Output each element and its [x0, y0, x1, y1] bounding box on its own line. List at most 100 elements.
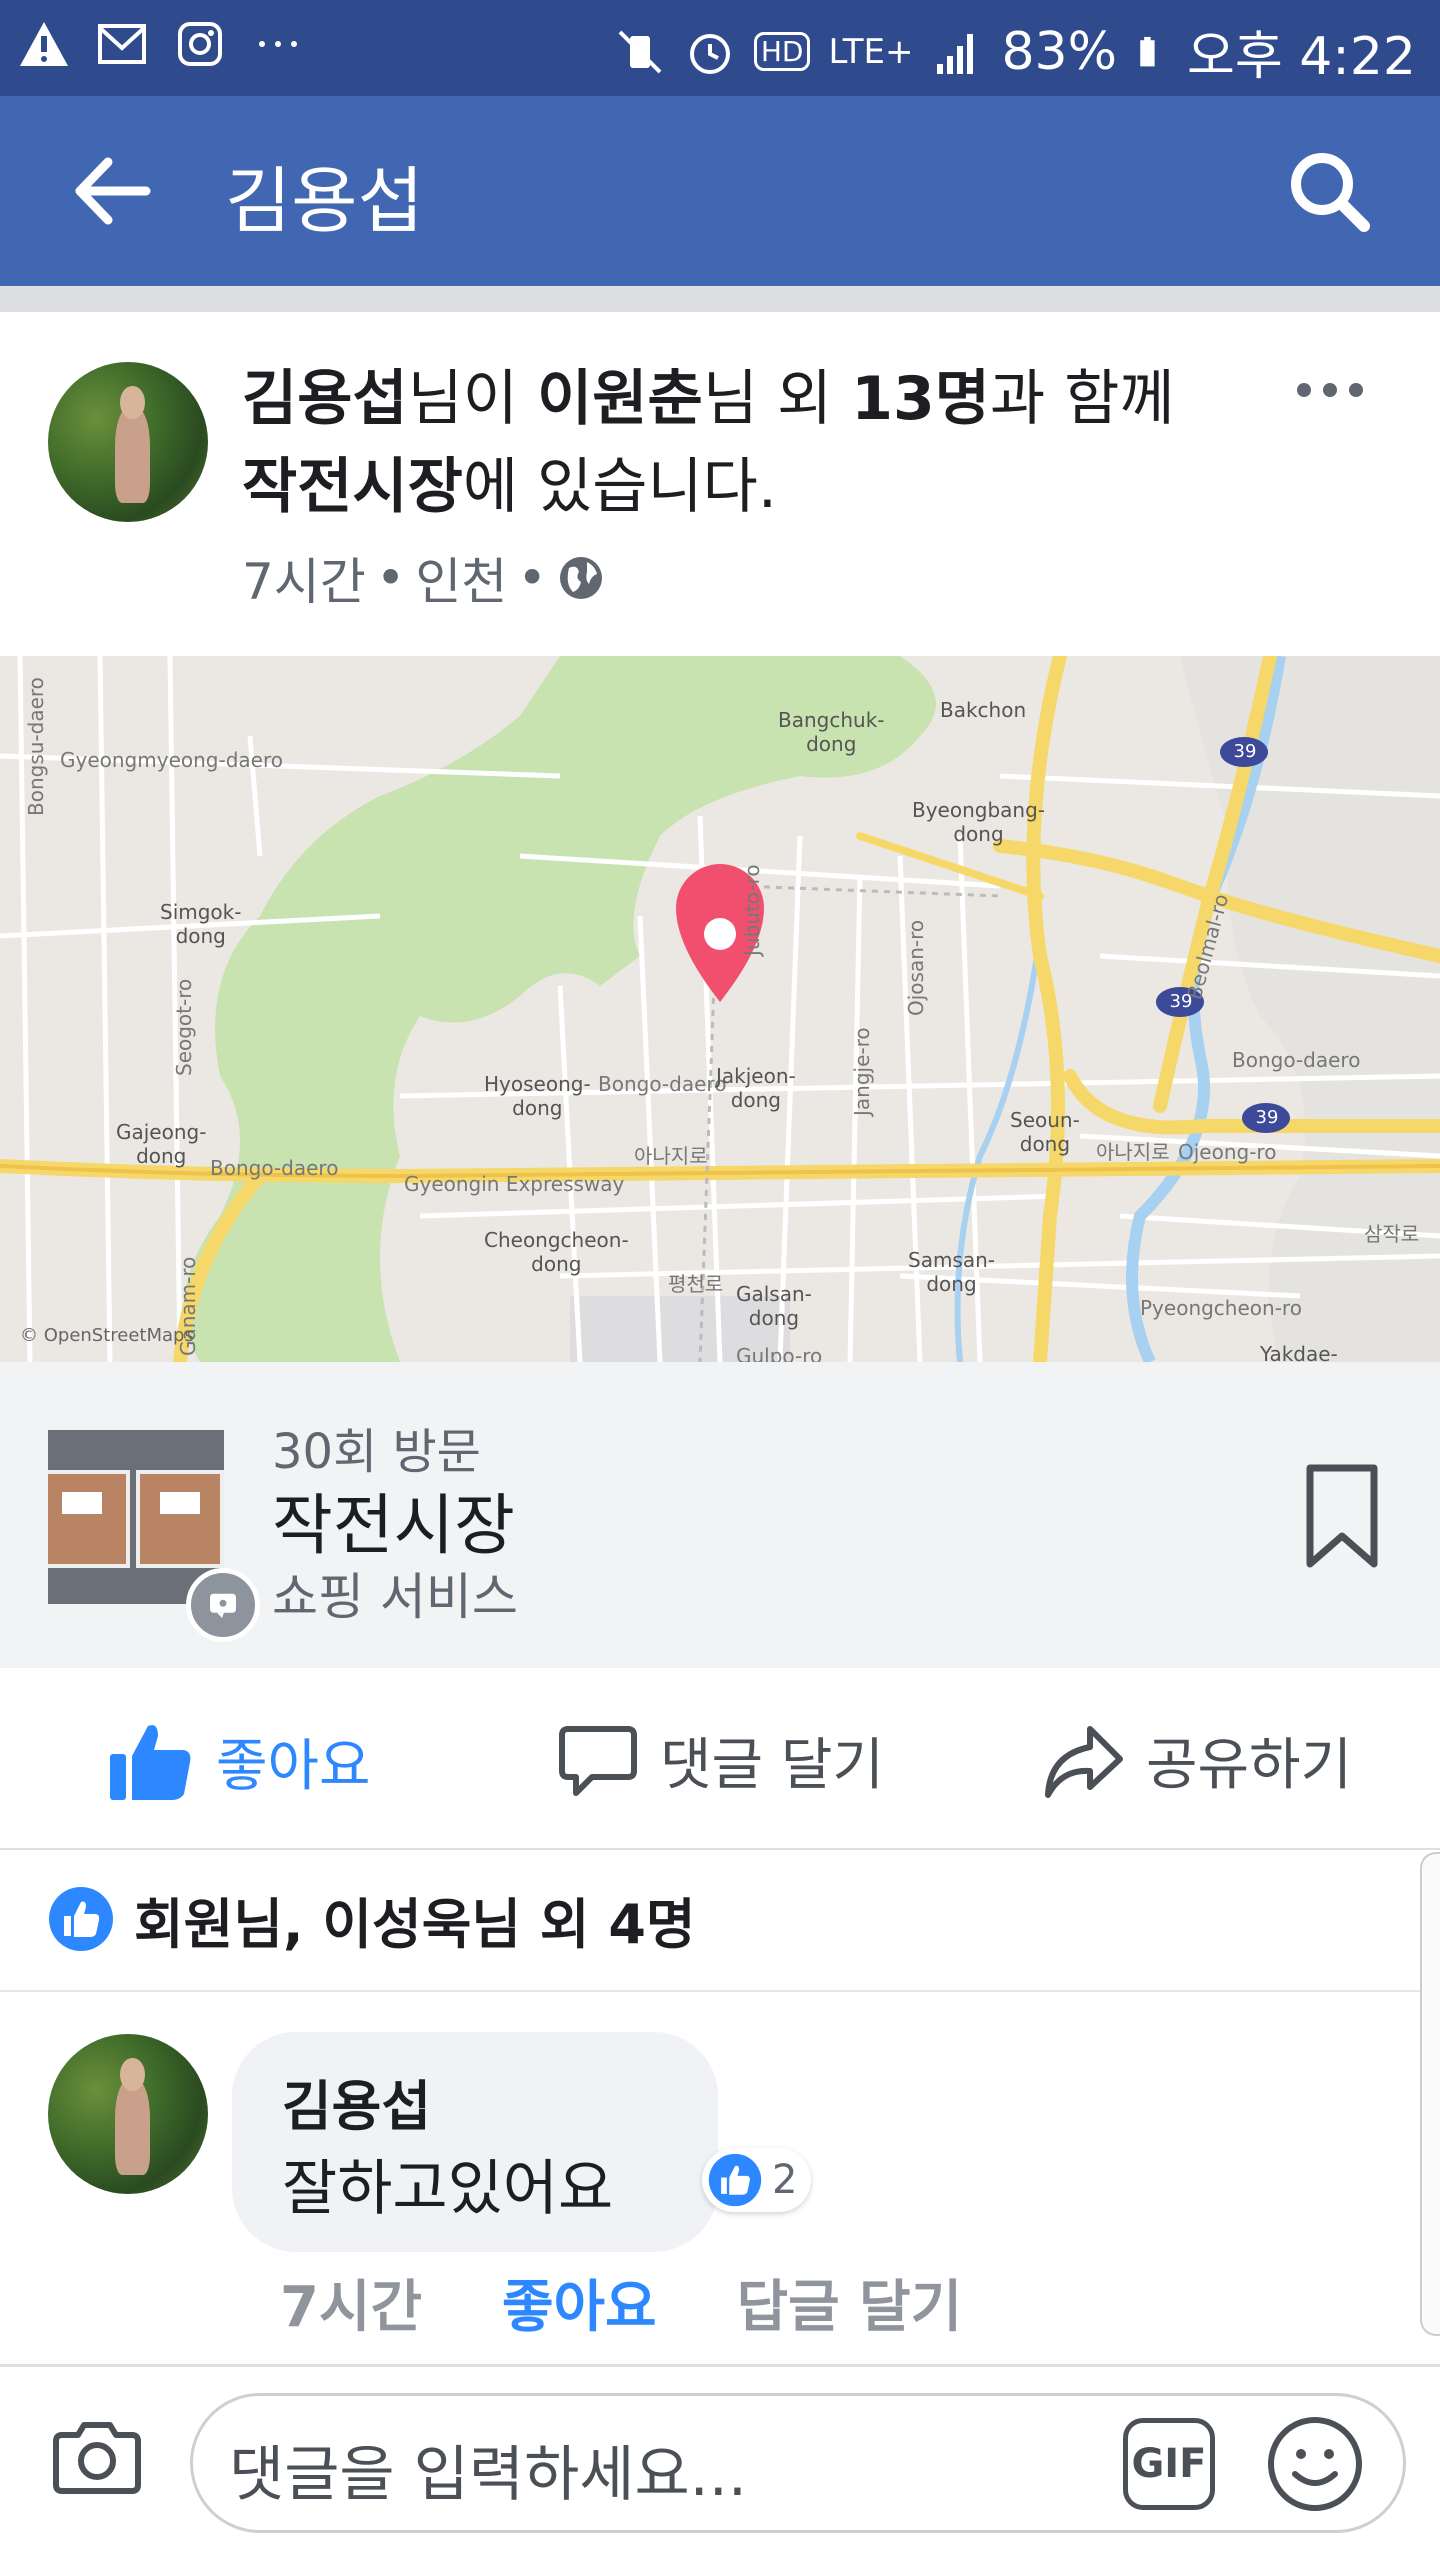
search-icon[interactable]	[1284, 146, 1374, 236]
meta-separator: •	[375, 549, 406, 607]
map-label: Cheongcheon- dong	[484, 1228, 629, 1276]
tagged-others-count[interactable]: 13명	[851, 364, 990, 434]
map-label: Bangchuk- dong	[778, 708, 885, 756]
post-meta: 7시간 • 인천 •	[242, 542, 605, 614]
bookmark-icon[interactable]	[1304, 1462, 1380, 1572]
post-time[interactable]: 7시간	[242, 542, 366, 614]
status-bar: HD LTE+ 83% 오후 4:22	[0, 0, 1440, 96]
map-label: Gajeong- dong	[116, 1120, 207, 1168]
post-headline: 김용섭님이 이원춘님 외 13명과 함께 작전시장에 있습니다.	[242, 355, 1182, 531]
like-reaction-icon	[49, 1887, 113, 1951]
route-shield: 39	[1255, 1107, 1279, 1128]
comment-meta: 7시간 좋아요 답글 달기	[280, 2262, 962, 2343]
map-label: Seoun- dong	[1010, 1108, 1080, 1156]
instagram-icon	[178, 22, 222, 66]
location-map[interactable]: Bangchuk- dong Bakchon Byeongbang- dong …	[0, 656, 1440, 1362]
alarm-icon	[689, 33, 730, 74]
comment-input[interactable]: 댓글을 입력하세요... GIF	[190, 2393, 1406, 2533]
headline-text: 님이	[407, 364, 538, 434]
like-button[interactable]: 좋아요	[108, 1720, 371, 1802]
reactions-text: 회원님, 이성욱님 외 4명	[134, 1892, 696, 1956]
thumbs-up-icon	[110, 1725, 191, 1800]
more-options-icon[interactable]	[1290, 370, 1370, 410]
comment-input-placeholder: 댓글을 입력하세요...	[229, 2440, 747, 2510]
share-button[interactable]: 공유하기	[1042, 1720, 1352, 1801]
more-notifications-icon	[259, 41, 297, 47]
map-label: 아나지로	[1096, 1140, 1170, 1164]
map-label: Bongo-daero	[1232, 1048, 1361, 1072]
app-bar: 김용섭	[0, 96, 1440, 286]
author-avatar[interactable]	[48, 362, 208, 522]
map-label: Jakjeon- dong	[716, 1064, 796, 1112]
map-label: 아나지로	[634, 1144, 708, 1168]
map-attribution[interactable]: © OpenStreetMaps	[20, 1324, 194, 1348]
signal-icon	[937, 33, 974, 74]
like-reaction-icon	[708, 2153, 762, 2207]
share-label: 공유하기	[1146, 1733, 1353, 1798]
reactions-summary[interactable]: 회원님, 이성욱님 외 4명	[0, 1848, 1430, 1992]
place-link[interactable]: 작전시장	[242, 452, 463, 522]
comment-label: 댓글 달기	[660, 1733, 884, 1798]
scroll-edge	[1420, 1852, 1440, 2336]
headline-text: 님 외	[702, 364, 852, 434]
camera-icon[interactable]	[52, 2415, 142, 2495]
review-badge-icon	[186, 1568, 260, 1642]
back-arrow-icon[interactable]	[70, 148, 156, 234]
comment-like-button[interactable]: 좋아요	[502, 2262, 657, 2343]
map-label: Pyeongcheon-ro	[1140, 1296, 1302, 1320]
map-label: Galsan- dong	[736, 1282, 812, 1330]
map-label: Samsan- dong	[908, 1248, 996, 1296]
comment-time: 7시간	[280, 2275, 423, 2340]
post-location[interactable]: 인천	[415, 542, 507, 614]
map-label: Jubuto-ro	[740, 864, 764, 956]
place-card[interactable]: 30회 방문 작전시장 쇼핑 서비스	[0, 1362, 1440, 1668]
comment-author[interactable]: 김용섭	[282, 2062, 431, 2141]
hd-indicator: HD	[753, 32, 811, 71]
reaction-count: 2	[772, 2157, 798, 2203]
like-label: 좋아요	[216, 1733, 371, 1799]
emoji-icon[interactable]	[1265, 2414, 1365, 2514]
map-label: Gyeongin Expressway	[404, 1172, 625, 1196]
map-label: Bongsu-daero	[24, 677, 48, 816]
place-name[interactable]: 작전시장	[272, 1472, 515, 1568]
place-category: 쇼핑 서비스	[272, 1568, 518, 1626]
post-actions: 좋아요 댓글 달기 공유하기	[0, 1668, 1440, 1850]
comment-reaction-count[interactable]: 2	[702, 2148, 812, 2212]
comment-text: 잘하고있어요	[282, 2154, 614, 2224]
map-label: 삼작로	[1364, 1222, 1420, 1246]
network-indicator: LTE+	[828, 31, 914, 72]
route-shield: 39	[1169, 991, 1193, 1012]
gmail-icon	[98, 24, 146, 64]
comment-bubble[interactable]: 김용섭 잘하고있어요	[232, 2032, 718, 2252]
map-label: Ojeong-ro	[1178, 1140, 1277, 1164]
headline-text: 과 함께	[989, 364, 1175, 434]
map-label: Gulpo-ro	[736, 1344, 823, 1362]
page-title: 김용섭	[225, 159, 424, 243]
map-label: Simgok- dong	[160, 900, 242, 948]
battery-icon	[1140, 36, 1155, 66]
comment-composer: 댓글을 입력하세요... GIF	[0, 2364, 1440, 2563]
tagged-friend[interactable]: 이원춘	[537, 364, 703, 434]
map-label: Yakdae-	[1260, 1342, 1338, 1362]
author-name[interactable]: 김용섭	[242, 364, 408, 434]
divider	[0, 286, 1440, 312]
battery-percent: 83%	[1001, 21, 1118, 82]
map-label: Bongo-daero	[598, 1072, 727, 1096]
comment-button[interactable]: 댓글 달기	[558, 1720, 884, 1801]
map-label: Bongo-daero	[210, 1156, 339, 1180]
commenter-avatar[interactable]	[48, 2034, 208, 2194]
gif-button[interactable]: GIF	[1123, 2418, 1215, 2510]
comment-reply-button[interactable]: 답글 달기	[737, 2262, 963, 2343]
route-shield: 39	[1233, 741, 1257, 762]
map-label: Gyeongmyeong-daero	[60, 748, 283, 772]
share-arrow-icon	[1045, 1725, 1123, 1798]
comment-bubble-icon	[559, 1725, 637, 1796]
headline-text: 에 있습니다.	[462, 452, 777, 522]
warning-icon	[20, 22, 68, 66]
map-label: 평천로	[668, 1272, 724, 1296]
vibrate-mute-icon	[618, 30, 662, 73]
map-label: Byeongbang- dong	[912, 798, 1046, 846]
map-label: Ojosan-ro	[904, 919, 928, 1016]
map-label: Jangje-ro	[850, 1027, 874, 1116]
meta-separator: •	[517, 549, 547, 607]
